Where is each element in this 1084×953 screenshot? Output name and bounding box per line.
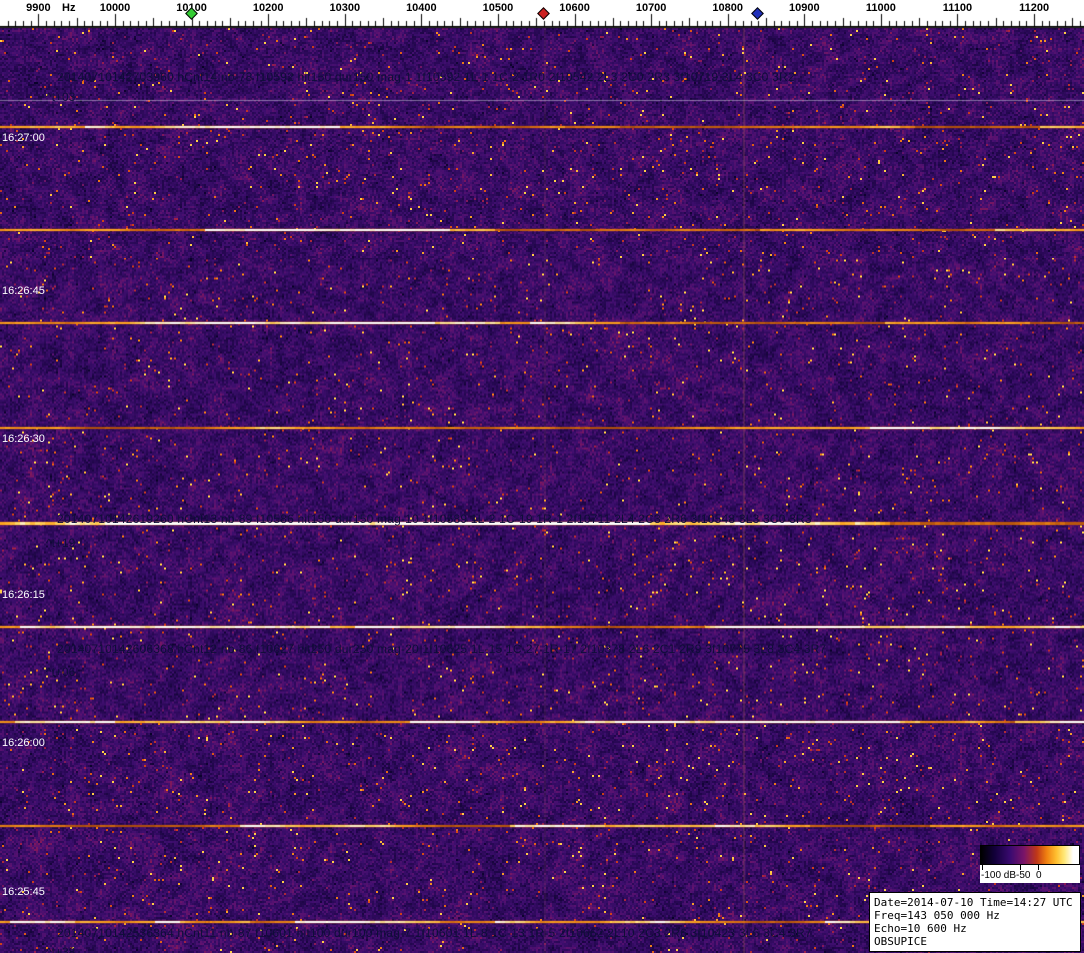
marker-blue-diamond-icon[interactable] xyxy=(751,7,764,20)
detection-annotation: 20140710142619260 hCnt13 nb-89 f10586 hi… xyxy=(57,512,812,526)
overlay-layer: 16:27:00 16:26:45 16:26:30 16:26:15 16:26:00… xyxy=(0,0,1084,953)
info-echo-freq: Echo=10 600 Hz xyxy=(874,922,1076,935)
time-axis-label: 16:25:45 xyxy=(2,886,45,898)
colorbar-label-mid: -50 xyxy=(1016,870,1030,881)
time-axis-label: 16:26:00 xyxy=(2,737,45,749)
detection-tag: ^t+19 xyxy=(46,536,75,550)
detection-tag: ^t+03 xyxy=(46,90,75,104)
detection-annotation: 20140710142703960 hCnt14 nb-78 f10592 hi… xyxy=(57,70,795,84)
time-axis-label: 16:27:00 xyxy=(2,132,45,144)
marker-green-diamond-icon[interactable] xyxy=(185,7,198,20)
info-frequency: Freq=143 050 000 Hz xyxy=(874,909,1076,922)
colorbar-legend: -100 dB -50 0 xyxy=(980,845,1080,883)
status-info-box: Date=2014-07-10 Time=14:27 UTC Freq=143 … xyxy=(869,892,1081,952)
colorbar-label-max: 0 xyxy=(1036,870,1042,881)
detection-tag: ^t+06 xyxy=(46,665,75,679)
detection-tag: ^t+38 xyxy=(46,945,75,953)
info-date-time: Date=2014-07-10 Time=14:27 UTC xyxy=(874,896,1076,909)
colorbar-label-min: -100 dB xyxy=(981,870,1016,881)
time-axis-label: 16:26:45 xyxy=(2,285,45,297)
detection-annotation: 20140710142536364 hCnt11 nb-87 f10601 hi… xyxy=(57,926,812,940)
colorbar-gradient xyxy=(980,845,1080,865)
marker-red-diamond-icon[interactable] xyxy=(537,7,550,20)
meteor-spectrogram-window: 9900100001010010200103001040010500106001… xyxy=(0,0,1084,953)
info-station: OBSUPICE xyxy=(874,935,1076,948)
colorbar-labels: -100 dB -50 0 xyxy=(980,870,1080,883)
time-axis-label: 16:26:30 xyxy=(2,433,45,445)
time-axis-label: 16:26:15 xyxy=(2,589,45,601)
detection-annotation: 20140710142606368 hCnt12 nb-86 f10627 hi… xyxy=(57,642,826,656)
